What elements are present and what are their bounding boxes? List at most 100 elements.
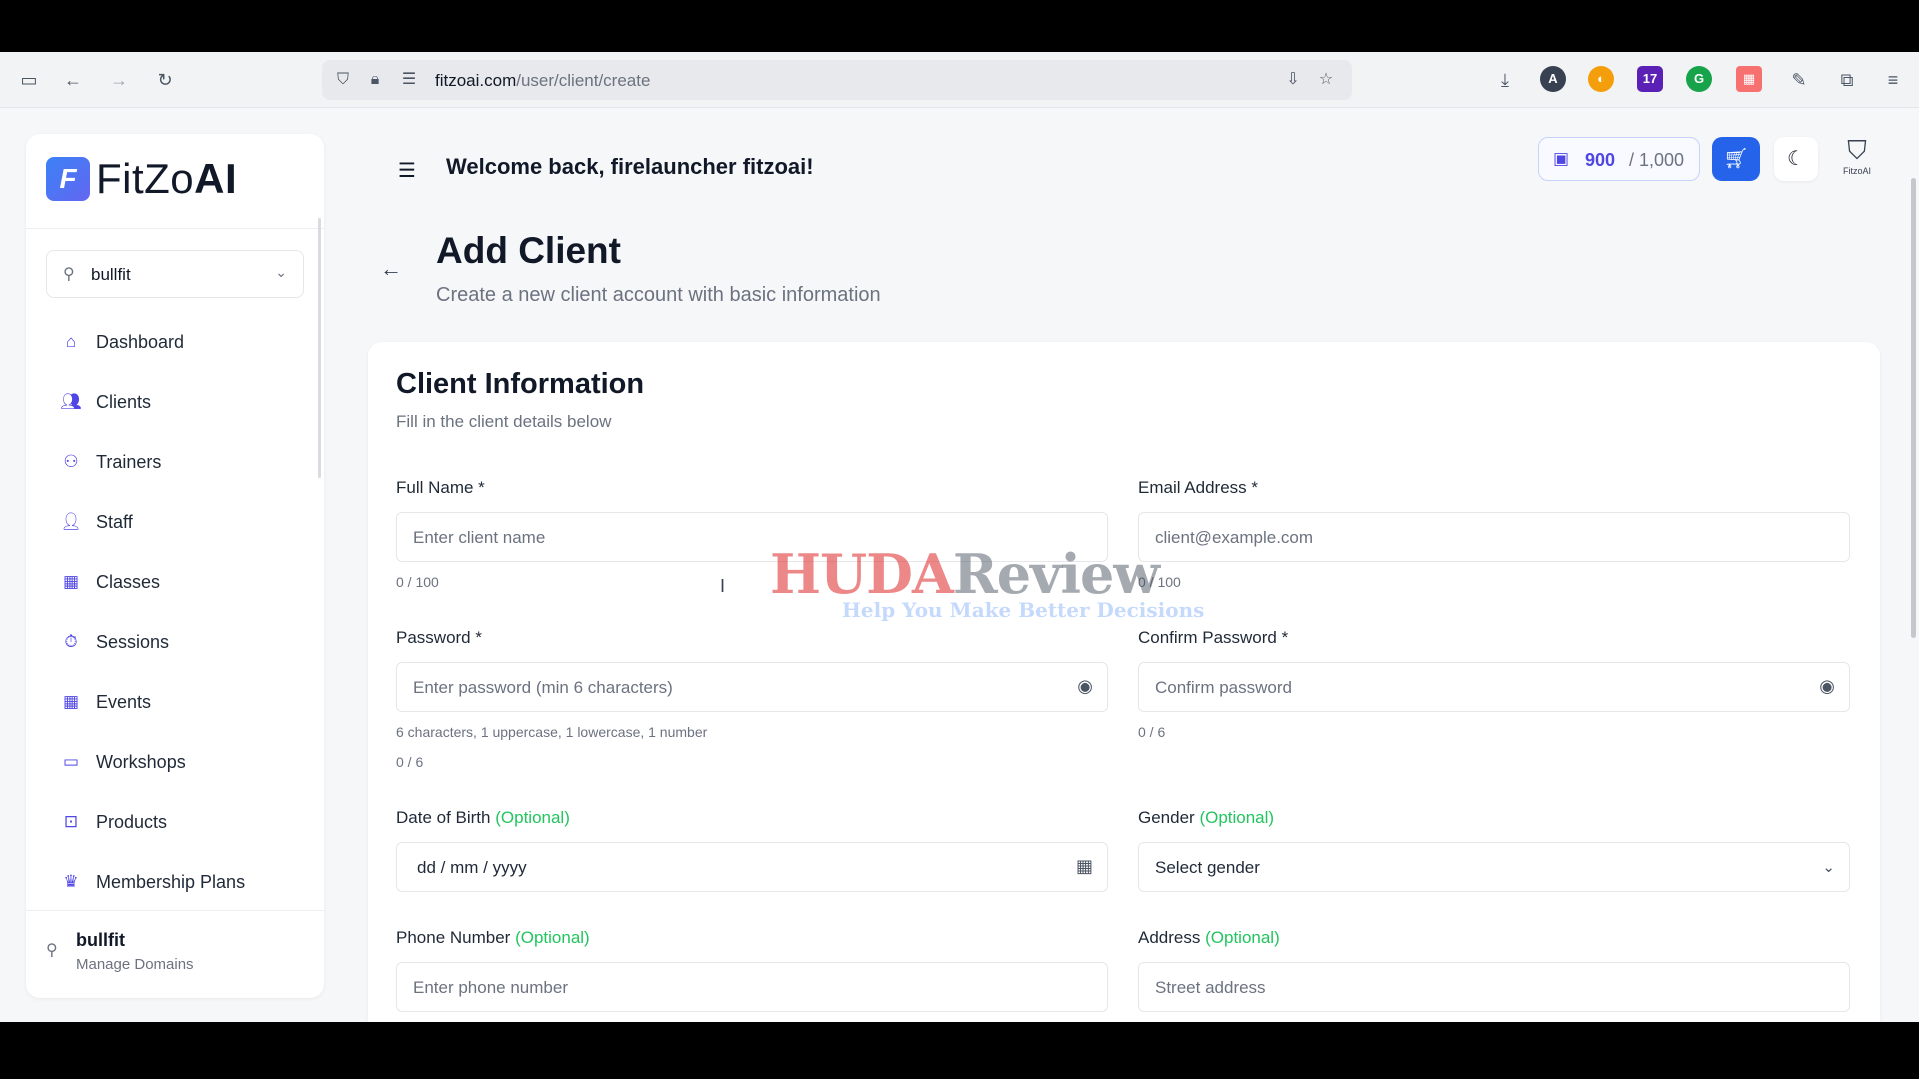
show-confirm-password-eye-icon[interactable]: ◉ xyxy=(1819,676,1835,697)
sidebar-toggle-icon[interactable]: ▭ xyxy=(18,69,40,91)
password-input[interactable]: Enter password (min 6 characters) ◉ xyxy=(396,662,1108,712)
sidebar-item-label: Products xyxy=(96,812,168,832)
theme-toggle-button[interactable]: ☾ xyxy=(1774,137,1818,181)
crown-icon: ♛ xyxy=(63,872,79,891)
page-subtitle: Create a new client account with basic i… xyxy=(436,284,881,306)
credit-card-icon: ▣ xyxy=(1553,149,1570,168)
extension-gift-icon[interactable]: ▦ xyxy=(1736,66,1762,92)
credits-badge[interactable]: ▣ 900 / 1,000 xyxy=(1538,137,1700,181)
url-text[interactable]: fitzoai.com/user/client/create xyxy=(435,71,650,91)
sidebar-item-label: Sessions xyxy=(96,632,170,652)
sidebar-item-staff[interactable]: 👤︎ Staff xyxy=(26,492,324,552)
address-bar[interactable]: ⛉ 🔒︎ ☰ fitzoai.com/user/client/create ⇩ … xyxy=(322,60,1352,100)
divider xyxy=(26,228,324,229)
monitor-icon: ▭ xyxy=(62,752,80,771)
phone-label: Phone Number (Optional) xyxy=(396,928,590,948)
sidebar: F FitZoAI ⚲ bullfit ⌄ ⌂ Dashboard 👥︎ Clien… xyxy=(26,134,324,998)
calendar-icon: ▦ xyxy=(62,692,80,711)
password-counter: 0 / 6 xyxy=(396,754,424,770)
users-icon: 👥︎ xyxy=(60,392,82,411)
optional-tag: (Optional) xyxy=(1199,808,1275,827)
grammarly-icon[interactable]: G xyxy=(1686,66,1712,92)
browser-toolbar: ▭ ← → ↻ ⛉ 🔒︎ ☰ fitzoai.com/user/client/c… xyxy=(0,52,1919,108)
avatar-shield-icon: ⛉ xyxy=(1847,135,1867,165)
url-path: /user/client/create xyxy=(516,71,651,90)
password-hint: 6 characters, 1 uppercase, 1 lowercase, … xyxy=(396,724,708,740)
downloads-icon[interactable]: ⤓ xyxy=(1494,69,1516,91)
phone-placeholder: Enter phone number xyxy=(413,978,568,997)
sidebar-item-membership-plans[interactable]: ♛ Membership Plans xyxy=(26,852,324,912)
logo-mark-icon: F xyxy=(46,157,90,201)
optional-tag: (Optional) xyxy=(495,808,570,827)
reload-icon[interactable]: ↻ xyxy=(154,69,176,91)
sidebar-item-trainers[interactable]: ⚇ Trainers xyxy=(26,432,324,492)
gender-label-text: Gender xyxy=(1138,808,1195,827)
permissions-icon[interactable]: ☰ xyxy=(398,69,420,91)
location-pin-icon: ⚲ xyxy=(63,266,75,283)
sidebar-item-products[interactable]: ⊡ Products xyxy=(26,792,324,852)
email-input[interactable]: client@example.com xyxy=(1138,512,1850,562)
letterbox-bottom xyxy=(0,1022,1919,1079)
hamburger-menu-icon[interactable]: ☰ xyxy=(398,158,416,183)
address-placeholder: Street address xyxy=(1155,978,1266,997)
sidebar-item-label: Clients xyxy=(96,392,152,412)
full-name-counter: 0 / 100 xyxy=(396,574,439,590)
lock-icon[interactable]: 🔒︎ xyxy=(364,69,386,91)
logo-prefix: FitZo xyxy=(96,155,195,202)
confirm-password-input[interactable]: Confirm password ◉ xyxy=(1138,662,1850,712)
dob-format: dd / mm / yyyy xyxy=(417,858,527,877)
sidebar-item-label: Dashboard xyxy=(96,332,185,352)
sidebar-item-clients[interactable]: 👥︎ Clients xyxy=(26,372,324,432)
bookmark-star-icon[interactable]: ☆ xyxy=(1315,69,1337,91)
avatar[interactable]: ⛉ FitzoAI xyxy=(1834,134,1880,184)
timer-icon: ⏱︎ xyxy=(64,632,78,651)
password-label: Password * xyxy=(396,628,482,647)
dob-label: Date of Birth (Optional) xyxy=(396,808,570,828)
sidebar-nav: ⌂ Dashboard 👥︎ Clients ⚇ Trainers 👤︎ Staff ▦… xyxy=(26,312,324,912)
show-password-eye-icon[interactable]: ◉ xyxy=(1077,676,1093,697)
sidebar-item-label: Events xyxy=(96,692,152,712)
gender-label: Gender (Optional) xyxy=(1138,808,1274,828)
back-arrow-icon[interactable]: ← xyxy=(380,256,402,282)
pen-icon[interactable]: ✎ xyxy=(1788,69,1810,91)
app-logo[interactable]: F FitZoAI xyxy=(46,152,237,206)
sidebar-item-workshops[interactable]: ▭ Workshops xyxy=(26,732,324,792)
logo-text: FitZoAI xyxy=(96,155,237,203)
chevron-down-icon: ⌄ xyxy=(1822,859,1835,876)
page-scrollbar[interactable] xyxy=(1911,178,1916,638)
shield-icon[interactable]: ⛉ xyxy=(332,69,354,91)
confirm-password-counter: 0 / 6 xyxy=(1138,724,1166,740)
forward-icon[interactable]: → xyxy=(108,69,130,91)
extension-color-icon[interactable]: ◐ xyxy=(1588,66,1614,92)
password-placeholder: Enter password (min 6 characters) xyxy=(413,678,673,697)
calendar-picker-icon[interactable]: ▦ xyxy=(1076,856,1093,877)
client-information-card: Client Information Fill in the client de… xyxy=(368,342,1880,1022)
page-title: Add Client xyxy=(436,230,621,271)
extension-a-icon[interactable]: A xyxy=(1540,66,1566,92)
address-label: Address (Optional) xyxy=(1138,928,1280,948)
dob-date-input[interactable]: dd / mm / yyyy ▦ xyxy=(396,842,1108,892)
extension-badge-icon[interactable]: 17 xyxy=(1637,66,1663,92)
trainer-icon: ⚇ xyxy=(63,452,79,471)
domain-footer-name[interactable]: bullfit xyxy=(76,930,125,951)
sidebar-scrollbar[interactable] xyxy=(318,218,321,478)
avatar-label: FitzoAI xyxy=(1842,166,1871,176)
back-icon[interactable]: ← xyxy=(62,69,84,91)
gender-select[interactable]: Select gender ⌄ xyxy=(1138,842,1850,892)
sidebar-item-dashboard[interactable]: ⌂ Dashboard xyxy=(26,312,324,372)
cart-button[interactable]: 🛒︎ xyxy=(1712,137,1760,181)
sidebar-item-classes[interactable]: ▦ Classes xyxy=(26,552,324,612)
manage-domains-link[interactable]: Manage Domains xyxy=(76,956,194,973)
letterbox-top xyxy=(0,0,1919,52)
menu-icon[interactable]: ≡ xyxy=(1882,69,1904,91)
domain-selector[interactable]: ⚲ bullfit ⌄ xyxy=(46,250,304,298)
sidebar-item-label: Classes xyxy=(96,572,161,592)
phone-input[interactable]: Enter phone number xyxy=(396,962,1108,1012)
sidebar-item-sessions[interactable]: ⏱︎ Sessions xyxy=(26,612,324,672)
install-app-icon[interactable]: ⇩ xyxy=(1282,69,1304,91)
full-name-input[interactable]: Enter client name xyxy=(396,512,1108,562)
logo-suffix: AI xyxy=(194,155,238,202)
sidebar-item-events[interactable]: ▦ Events xyxy=(26,672,324,732)
extensions-puzzle-icon[interactable]: ⧉ xyxy=(1836,69,1858,91)
address-input[interactable]: Street address xyxy=(1138,962,1850,1012)
